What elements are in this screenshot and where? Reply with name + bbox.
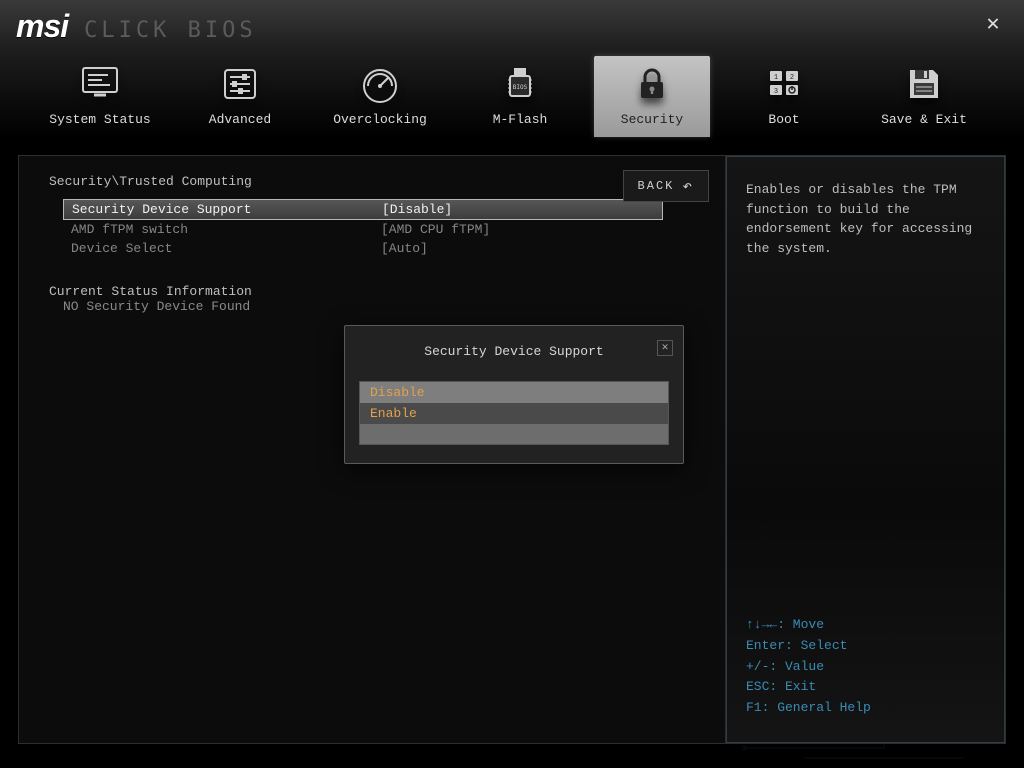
popup-spacer (360, 424, 668, 444)
hint-help: F1: General Help (746, 698, 985, 719)
floppy-icon (902, 62, 946, 106)
tab-mflash[interactable]: BIOS M-Flash (450, 56, 590, 137)
svg-text:1: 1 (774, 74, 778, 82)
back-label: BACK (638, 179, 675, 193)
svg-text:3: 3 (774, 88, 778, 96)
option-amd-ftpm-switch[interactable]: AMD fTPM switch [AMD CPU fTPM] (63, 220, 663, 239)
popup-option-list: Disable Enable (359, 381, 669, 445)
gauge-icon (358, 62, 402, 106)
tab-label: Save & Exit (881, 112, 967, 127)
hint-exit: ESC: Exit (746, 677, 985, 698)
tab-advanced[interactable]: Advanced (170, 56, 310, 137)
option-key: Device Select (71, 241, 381, 256)
monitor-icon (78, 62, 122, 106)
option-key: Security Device Support (72, 202, 382, 217)
svg-text:2: 2 (790, 74, 794, 82)
popup-title: Security Device Support ✕ (345, 326, 683, 373)
boot-order-icon: 1 2 3 (762, 62, 806, 106)
key-hints: ↑↓→←: Move Enter: Select +/-: Value ESC:… (746, 615, 985, 719)
close-button[interactable]: ✕ (982, 14, 1004, 36)
option-value: [Auto] (381, 241, 428, 256)
status-line: NO Security Device Found (63, 299, 695, 314)
hint-select: Enter: Select (746, 636, 985, 657)
hint-value: +/-: Value (746, 657, 985, 678)
option-key: AMD fTPM switch (71, 222, 381, 237)
brand-subtitle: CLICK BIOS (84, 18, 256, 43)
tab-label: Advanced (209, 112, 271, 127)
option-popup: Security Device Support ✕ Disable Enable (344, 325, 684, 464)
tab-label: M-Flash (493, 112, 548, 127)
popup-close-button[interactable]: ✕ (657, 340, 673, 356)
svg-text:BIOS: BIOS (513, 84, 528, 91)
tab-save-exit[interactable]: Save & Exit (854, 56, 994, 137)
undo-icon: ↶ (682, 176, 694, 196)
option-value: [AMD CPU fTPM] (381, 222, 490, 237)
popup-option-enable[interactable]: Enable (360, 403, 668, 424)
tab-overclocking[interactable]: Overclocking (310, 56, 450, 137)
tab-label: Security (621, 112, 683, 127)
help-pane: Enables or disables the TPM function to … (725, 156, 1005, 743)
tab-label: Overclocking (333, 112, 427, 127)
status-heading: Current Status Information (49, 284, 695, 299)
breadcrumb: Security\Trusted Computing (49, 174, 695, 189)
tab-label: Boot (768, 112, 799, 127)
brand-row: msi CLICK BIOS (0, 0, 1024, 45)
tab-label: System Status (49, 112, 150, 127)
back-button[interactable]: BACK ↶ (623, 170, 709, 202)
tab-system-status[interactable]: System Status (30, 56, 170, 137)
tab-security[interactable]: Security (594, 56, 710, 137)
brand-logo: msi (16, 8, 68, 45)
option-device-select[interactable]: Device Select [Auto] (63, 239, 663, 258)
main-tabs: System Status Advanced (0, 45, 1024, 137)
sliders-icon (218, 62, 262, 106)
help-text: Enables or disables the TPM function to … (746, 180, 985, 258)
tab-boot[interactable]: 1 2 3 Boot (714, 56, 854, 137)
hint-move: ↑↓→←: Move (746, 615, 985, 636)
option-value: [Disable] (382, 202, 452, 217)
lock-icon (630, 62, 674, 106)
popup-title-text: Security Device Support (424, 344, 603, 359)
usb-bios-icon: BIOS (498, 62, 542, 106)
option-security-device-support[interactable]: Security Device Support [Disable] (63, 199, 663, 220)
popup-option-disable[interactable]: Disable (360, 382, 668, 403)
header: msi CLICK BIOS ✕ System Status (0, 0, 1024, 140)
